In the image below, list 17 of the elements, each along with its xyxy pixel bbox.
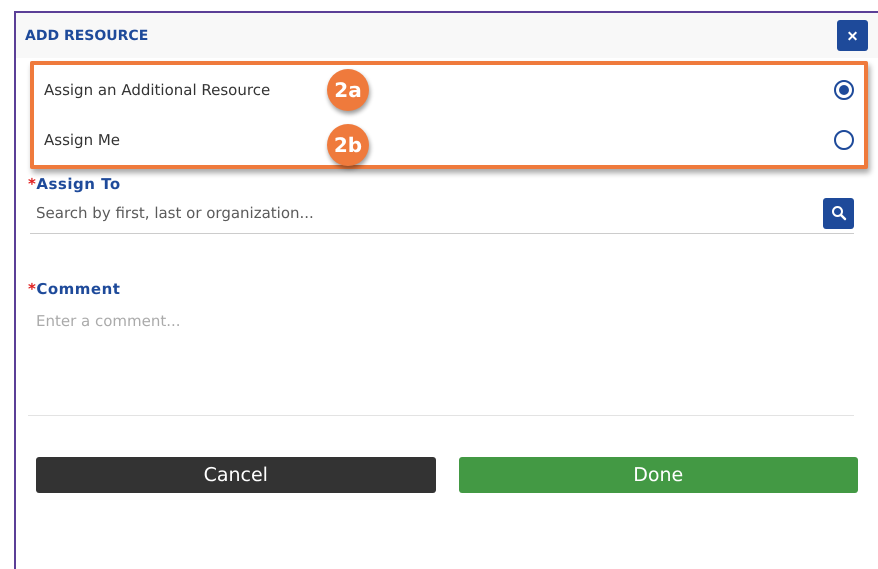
field-label: Assign To <box>36 175 121 193</box>
radio-button[interactable] <box>834 80 854 100</box>
step-badge: 2b <box>327 124 369 166</box>
required-mark: * <box>28 280 36 298</box>
required-mark: * <box>28 175 36 193</box>
close-button[interactable]: × <box>837 20 868 51</box>
radio-button[interactable] <box>834 130 854 150</box>
search-icon <box>830 205 846 221</box>
done-button[interactable]: Done <box>458 457 858 493</box>
step-badge: 2a <box>327 69 369 111</box>
cancel-button[interactable]: Cancel <box>36 457 436 493</box>
option-label: Assign Me <box>44 131 120 149</box>
search-field[interactable]: Search by first, last or organization... <box>30 204 823 222</box>
field-label: Comment <box>36 280 120 298</box>
dialog-title: ADD RESOURCE <box>25 28 148 44</box>
search-button[interactable] <box>823 198 854 228</box>
option-label: Assign an Additional Resource <box>44 81 270 99</box>
